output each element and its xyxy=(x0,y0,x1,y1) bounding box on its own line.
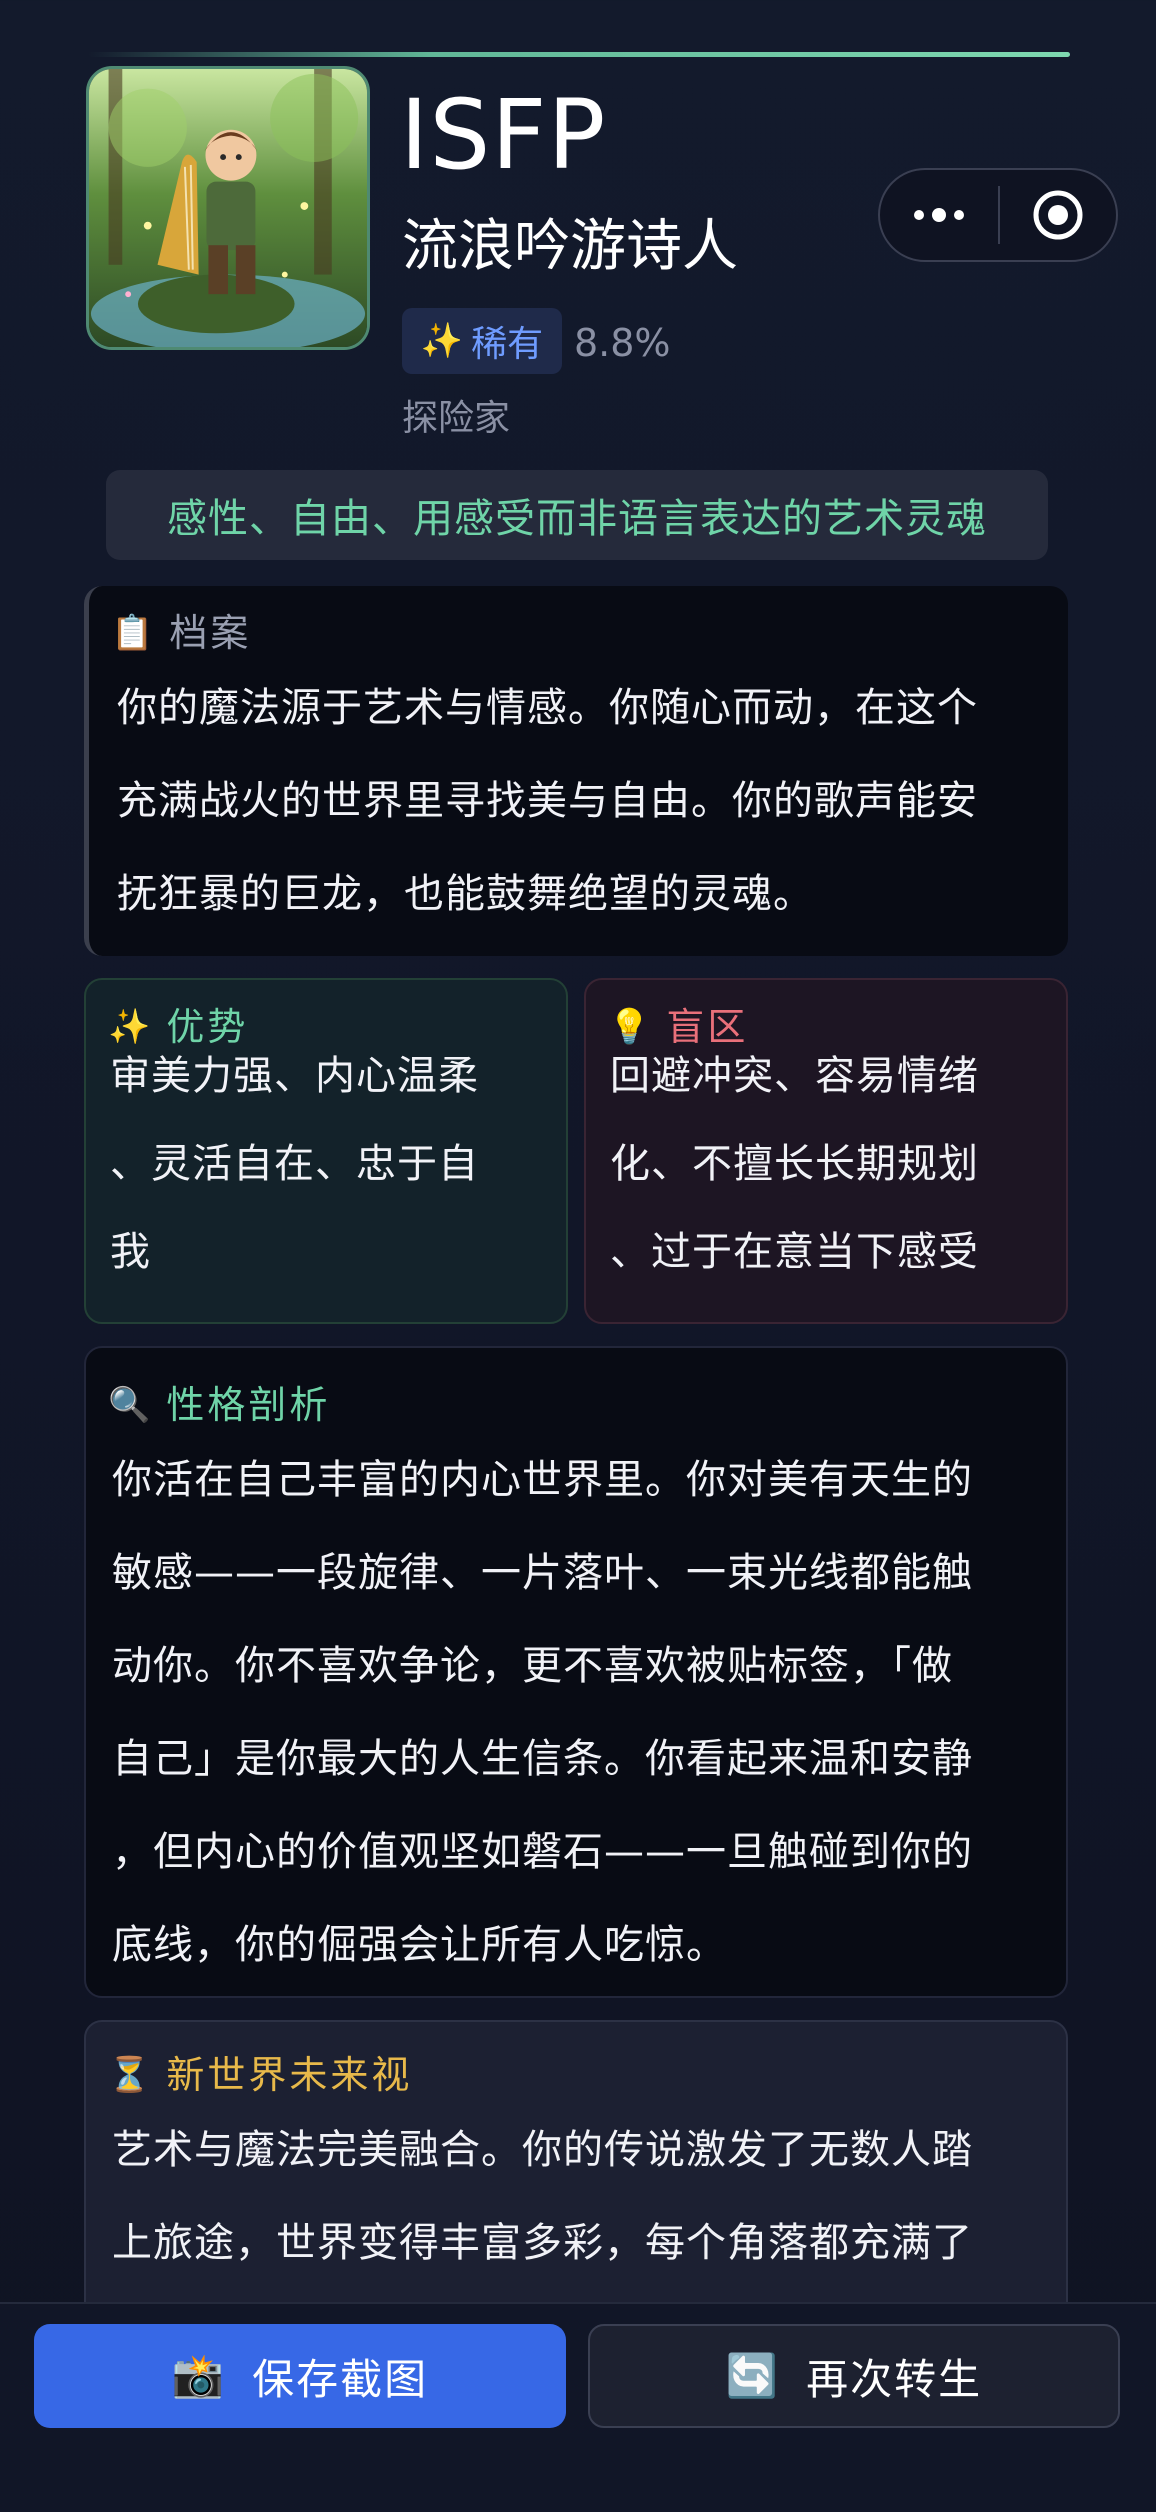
blindspots-line: 化、不擅长长期规划 xyxy=(610,1141,979,1187)
future-header: ⏳ 新世界未来视 xyxy=(108,2050,412,2100)
future-card: ⏳ 新世界未来视 艺术与魔法完美融合。你的传说激发了无数人踏 上旅途，世界变得丰… xyxy=(84,2020,1068,2340)
character-avatar xyxy=(86,66,370,350)
role-label: 探险家 xyxy=(402,398,511,439)
blindspots-line: 、过于在意当下感受 xyxy=(610,1229,979,1275)
reincarnate-again-label: 再次转生 xyxy=(806,2354,983,2404)
save-screenshot-button[interactable]: 📸 保存截图 xyxy=(34,2324,566,2428)
profile-line: 抚狂暴的巨龙，也能鼓舞绝望的灵魂。 xyxy=(117,871,814,917)
future-line: 上旅途，世界变得丰富多彩，每个角落都充满了 xyxy=(112,2220,973,2266)
magnifier-icon: 🔍 xyxy=(108,1385,151,1425)
analysis-line: 动你。你不喜欢争论，更不喜欢被贴标签，「做 xyxy=(112,1643,953,1689)
profile-line: 充满战火的世界里寻找美与自由。你的歌声能安 xyxy=(117,778,978,824)
profile-line: 你的魔法源于艺术与情感。你随心而动，在这个 xyxy=(117,685,978,731)
strengths-card: ✨ 优势 审美力强、内心温柔 、灵活自在、忠于自 我 xyxy=(84,978,568,1324)
camera-flash-icon: 📸 xyxy=(171,2351,227,2400)
target-circle-icon[interactable] xyxy=(1000,170,1116,260)
blindspots-line: 回避冲突、容易情绪 xyxy=(610,1053,979,1099)
sparkle-icon: ✨ xyxy=(420,321,464,361)
profile-text: 你的魔法源于艺术与情感。你随心而动，在这个 充满战火的世界里寻找美与自由。你的歌… xyxy=(117,606,978,941)
character-name: 流浪吟游诗人 xyxy=(402,214,738,279)
hourglass-icon: ⏳ xyxy=(108,2055,151,2095)
analysis-line: 自己」是你最大的人生信条。你看起来温和安静 xyxy=(112,1736,973,1782)
analysis-text: 你活在自己丰富的内心世界里。你对美有天生的 敏感——一段旋律、一片落叶、一束光线… xyxy=(112,1434,973,1992)
analysis-line: 你活在自己丰富的内心世界里。你对美有天生的 xyxy=(112,1457,973,1503)
future-line: 艺术与魔法完美融合。你的传说激发了无数人踏 xyxy=(112,2127,973,2173)
strengths-line: 、灵活自在、忠于自 xyxy=(110,1141,479,1187)
save-screenshot-label: 保存截图 xyxy=(252,2354,429,2404)
refresh-icon: 🔄 xyxy=(725,2351,781,2400)
analysis-card: 🔍 性格剖析 你活在自己丰富的内心世界里。你对美有天生的 敏感——一段旋律、一片… xyxy=(84,1346,1068,1998)
future-text: 艺术与魔法完美融合。你的传说激发了无数人踏 上旅途，世界变得丰富多彩，每个角落都… xyxy=(112,2104,973,2290)
blindspots-card: 💡 盲区 回避冲突、容易情绪 化、不擅长长期规划 、过于在意当下感受 xyxy=(584,978,1068,1324)
future-title: 新世界未来视 xyxy=(166,2053,413,2097)
analysis-line: ，但内心的价值观坚如磐石——一旦触碰到你的 xyxy=(112,1829,973,1875)
more-dots-icon[interactable] xyxy=(880,170,998,260)
analysis-header: 🔍 性格剖析 xyxy=(108,1380,330,1430)
strengths-text: 审美力强、内心温柔 、灵活自在、忠于自 我 xyxy=(110,1032,479,1296)
analysis-line: 敏感——一段旋律、一片落叶、一束光线都能触 xyxy=(112,1550,973,1596)
strengths-line: 我 xyxy=(110,1229,151,1275)
bard-illustration xyxy=(89,69,367,347)
rarity-badge: ✨ 稀有 xyxy=(402,308,562,374)
reincarnate-again-button[interactable]: 🔄 再次转生 xyxy=(588,2324,1120,2428)
tagline: 感性、自由、用感受而非语言表达的艺术灵魂 xyxy=(106,470,1048,560)
miniprogram-capsule xyxy=(878,168,1118,262)
analysis-line: 底线，你的倔强会让所有人吃惊。 xyxy=(112,1922,727,1968)
blindspots-text: 回避冲突、容易情绪 化、不擅长长期规划 、过于在意当下感受 xyxy=(610,1032,979,1296)
profile-card: 📋 档案 你的魔法源于艺术与情感。你随心而动，在这个 充满战火的世界里寻找美与自… xyxy=(84,586,1068,956)
strengths-line: 审美力强、内心温柔 xyxy=(110,1053,479,1099)
analysis-title: 性格剖析 xyxy=(166,1383,331,1427)
personality-type: ISFP xyxy=(400,79,607,191)
rarity-label: 稀有 xyxy=(471,324,544,365)
header-accent-line xyxy=(88,52,1070,57)
rarity-percent: 8.8% xyxy=(574,321,671,365)
